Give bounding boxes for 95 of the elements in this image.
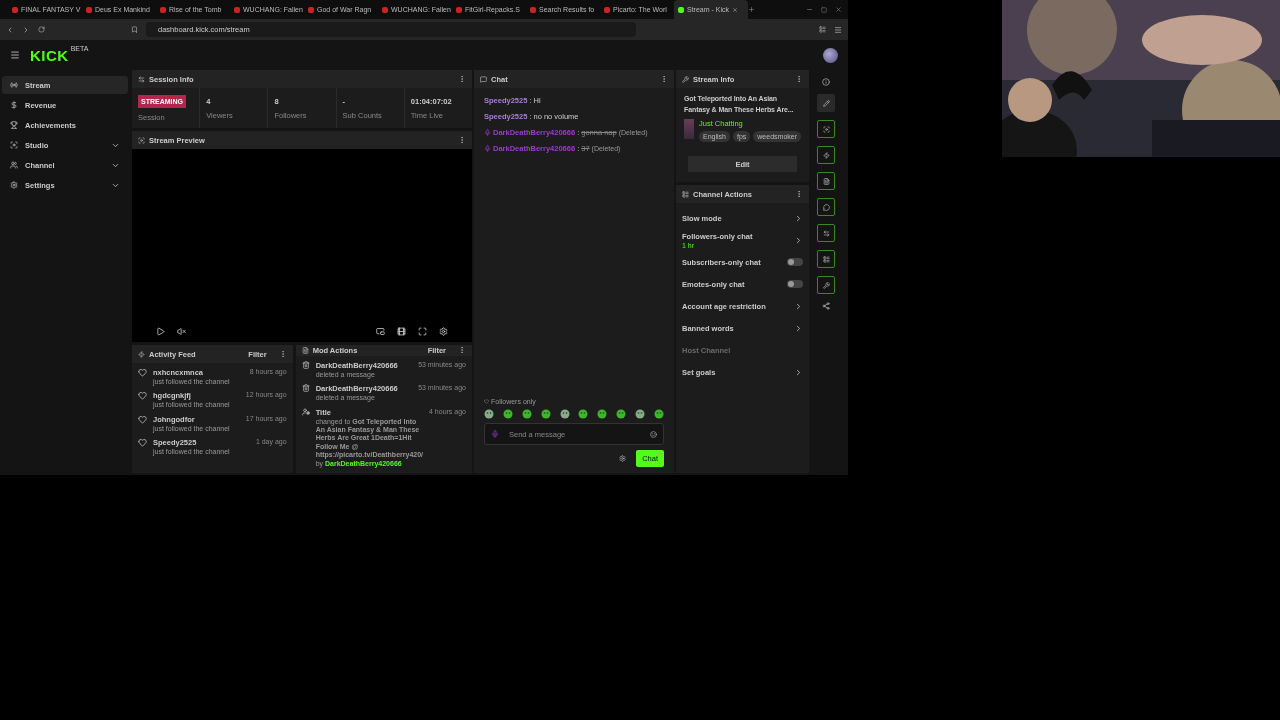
emoji-icon[interactable]: [650, 430, 657, 438]
emote-icon[interactable]: [597, 409, 608, 419]
favicon-icon: [12, 6, 18, 13]
fullscreen-icon[interactable]: [418, 327, 427, 336]
panel-toggle-button[interactable]: [817, 198, 835, 216]
more-icon[interactable]: [660, 75, 668, 83]
panel-toggle-button[interactable]: [817, 172, 835, 190]
heart-icon: [138, 438, 147, 448]
more-icon[interactable]: [795, 75, 803, 83]
menu-icon[interactable]: [834, 25, 842, 34]
dollar-icon: [10, 101, 18, 109]
document-icon: [822, 177, 830, 185]
more-icon[interactable]: [795, 190, 803, 198]
favicon-icon: [308, 6, 314, 13]
minimize-icon[interactable]: [806, 6, 813, 13]
heart-icon: [138, 391, 147, 401]
heart-icon: [484, 399, 489, 404]
favicon-icon: [382, 6, 388, 13]
emote-icon[interactable]: [559, 409, 570, 419]
logo[interactable]: KICK: [30, 46, 69, 64]
panel-toggle-button[interactable]: [817, 250, 835, 268]
pencil-button[interactable]: [817, 94, 835, 112]
favicon-icon: [234, 6, 240, 13]
heart-icon: [138, 368, 147, 377]
panel-toggle-button[interactable]: [817, 120, 835, 138]
document-icon: [301, 346, 309, 354]
user-gear-icon: [301, 407, 310, 416]
favicon-icon: [86, 6, 92, 13]
bolt-icon: [822, 151, 830, 159]
mic-icon: [491, 430, 499, 438]
mute-icon[interactable]: [177, 327, 186, 336]
panel-toggle-button[interactable]: [817, 276, 835, 294]
chevron-right-icon: [794, 235, 803, 245]
heart-icon: [138, 414, 147, 424]
pip-icon[interactable]: [376, 327, 385, 336]
chat-icon: [822, 203, 830, 211]
emote-icon[interactable]: [635, 409, 645, 419]
more-icon[interactable]: [458, 75, 466, 83]
panel-toggle-button[interactable]: [817, 224, 835, 242]
favicon-icon: [604, 6, 610, 13]
focus-icon: [10, 141, 18, 149]
menu-icon[interactable]: [10, 50, 20, 60]
list-icon: [682, 190, 689, 198]
close-icon[interactable]: [835, 6, 842, 13]
reload-icon[interactable]: [38, 26, 45, 33]
emote-icon[interactable]: [484, 409, 494, 419]
avatar[interactable]: [823, 47, 838, 63]
pencil-icon: [822, 99, 830, 107]
settings-icon[interactable]: [439, 327, 448, 336]
trash-icon: [301, 384, 310, 393]
more-icon[interactable]: [458, 346, 466, 355]
nodes-icon[interactable]: [822, 302, 830, 310]
emote-icon[interactable]: [578, 409, 589, 419]
mic-badge-icon: [484, 145, 491, 152]
panel-toggle-button[interactable]: [817, 146, 835, 164]
emote-icon[interactable]: [502, 409, 513, 419]
emote-icon[interactable]: [540, 409, 551, 419]
more-icon[interactable]: [458, 136, 466, 144]
emote-icon[interactable]: [521, 409, 532, 419]
chevron-right-icon: [794, 323, 803, 333]
bookmark-icon[interactable]: [131, 26, 138, 33]
focus-icon: [138, 136, 145, 144]
chat-icon: [480, 75, 487, 83]
bolt-icon: [138, 350, 145, 358]
category-thumbnail: [684, 119, 694, 139]
toggle-switch[interactable]: [787, 280, 803, 288]
favicon-icon: [160, 6, 166, 13]
toggle-switch[interactable]: [787, 258, 803, 266]
settings-icon: [10, 181, 18, 189]
play-icon[interactable]: [156, 327, 165, 336]
mic-badge-icon: [484, 129, 491, 136]
arrows-icon: [822, 229, 830, 237]
emote-icon[interactable]: [653, 409, 664, 419]
chevron-right-icon: [794, 367, 803, 377]
forward-icon[interactable]: [22, 25, 30, 34]
wrench-icon: [822, 281, 830, 289]
focus-icon: [822, 125, 830, 133]
favicon-icon: [456, 6, 462, 13]
users-icon: [10, 161, 18, 169]
close-icon[interactable]: [732, 6, 738, 13]
broadcast-icon: [10, 81, 18, 89]
arrows-icon: [138, 75, 145, 83]
chevron-right-icon: [794, 213, 803, 223]
favicon-icon: [530, 6, 536, 13]
trash-icon: [301, 360, 310, 369]
emote-icon[interactable]: [616, 409, 627, 419]
new-tab-icon[interactable]: [748, 6, 755, 13]
chevron-right-icon: [794, 301, 803, 311]
trophy-icon: [10, 121, 18, 129]
list-icon: [822, 255, 830, 263]
wrench-icon: [682, 75, 689, 83]
info-icon[interactable]: [822, 78, 830, 86]
back-icon[interactable]: [6, 25, 14, 34]
settings-icon[interactable]: [619, 455, 627, 462]
favicon-icon: [678, 6, 684, 13]
